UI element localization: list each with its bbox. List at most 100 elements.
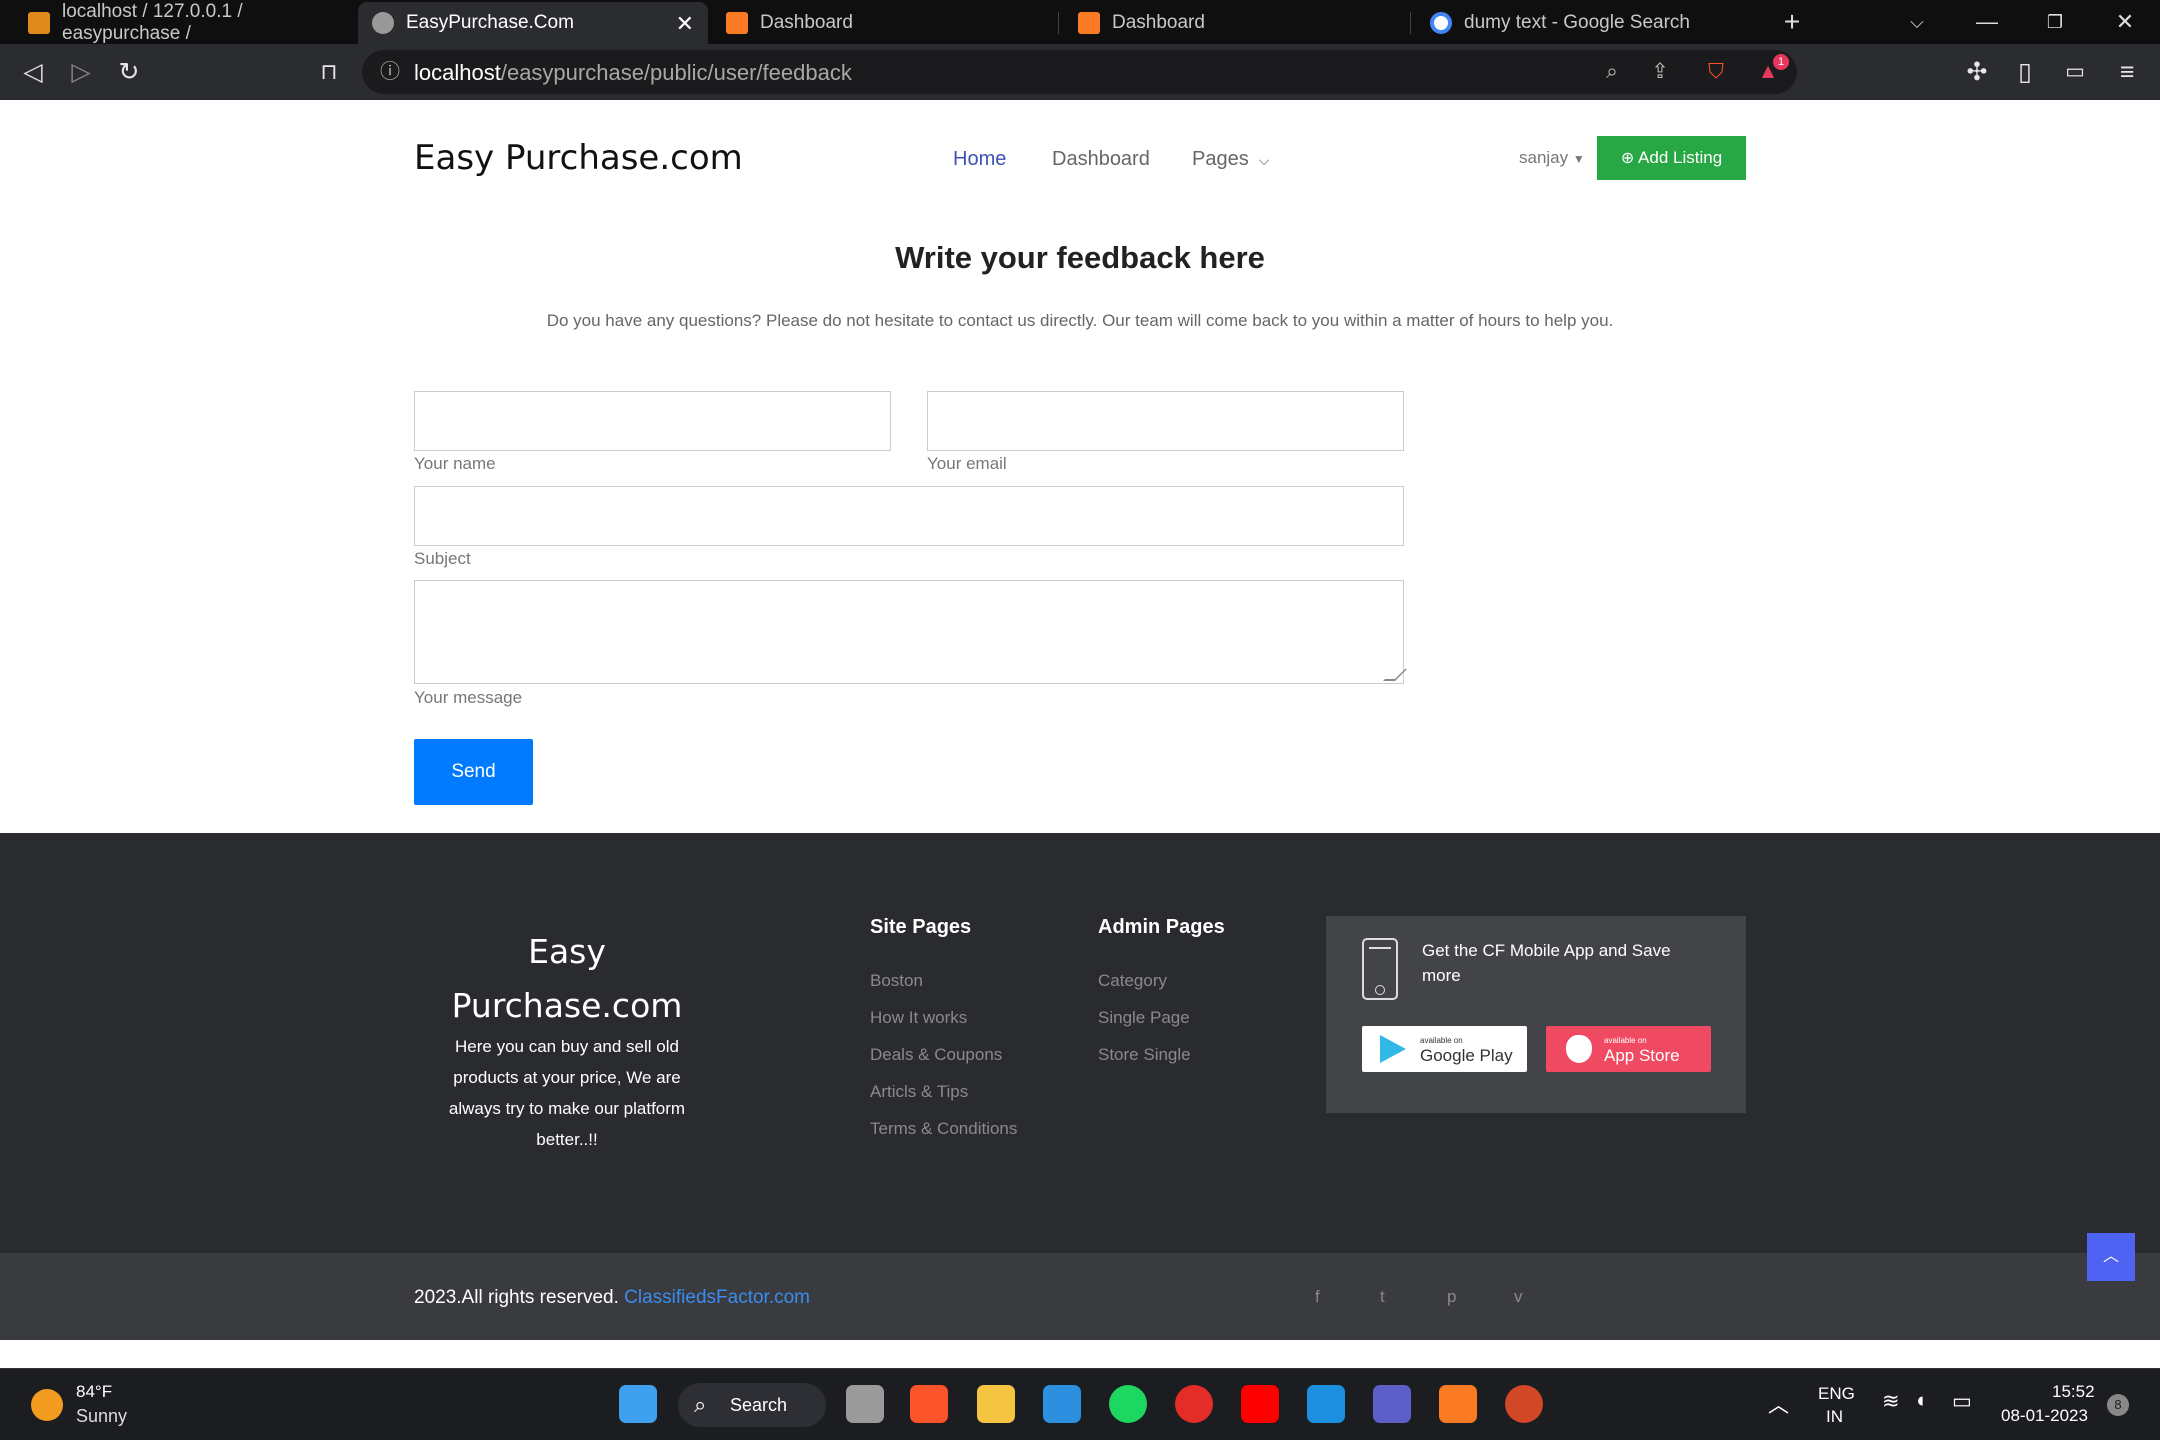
language-code[interactable]: ENG xyxy=(1818,1384,1855,1404)
clock-time[interactable]: 15:52 xyxy=(2052,1382,2095,1402)
menu-icon[interactable]: ≡ xyxy=(2110,56,2144,88)
new-tab-icon[interactable]: + xyxy=(1775,6,1809,38)
teams-icon[interactable] xyxy=(1373,1385,1411,1423)
start-icon[interactable] xyxy=(619,1385,657,1423)
tray-overflow-icon[interactable]: ︿ xyxy=(1768,1389,1789,1419)
tab-dashboard-2[interactable]: Dashboard xyxy=(1064,2,1404,44)
tab-google-search[interactable]: dumy text - Google Search xyxy=(1416,2,1756,44)
plus-circle-icon: ⊕ xyxy=(1620,150,1635,167)
extensions-icon[interactable]: ✣ xyxy=(1960,56,1994,88)
volume-icon[interactable]: ◖ xyxy=(1914,1389,1927,1413)
restore-icon[interactable]: ❐ xyxy=(2038,6,2072,38)
vimeo-icon[interactable]: v xyxy=(1514,1287,1523,1307)
nav-dashboard[interactable]: Dashboard xyxy=(1052,148,1150,171)
footer-link-single-page[interactable]: Single Page xyxy=(1098,1008,1190,1028)
youtube-icon[interactable] xyxy=(1241,1385,1279,1423)
share-icon[interactable]: ⇪ xyxy=(1646,58,1674,86)
tab-search-chevron-icon[interactable]: ⌵ xyxy=(1900,6,1934,38)
taskbar-search-label: Search xyxy=(730,1395,788,1415)
wallet-icon[interactable]: ▭ xyxy=(2058,56,2092,88)
weather-temperature[interactable]: 84°F xyxy=(76,1382,112,1402)
site-info-icon[interactable]: ⓘ xyxy=(376,58,404,86)
app-store-button[interactable]: available on App Store xyxy=(1546,1026,1711,1072)
windows-taskbar: 84°F Sunny ⌕ Search ︿ ENG IN ≋ ◖ ▭ 15:52 … xyxy=(0,1368,2160,1440)
url-path: /easypurchase/public/user/feedback xyxy=(500,60,852,85)
notification-badge[interactable]: 8 xyxy=(2107,1394,2129,1416)
weather-condition[interactable]: Sunny xyxy=(76,1406,127,1427)
apple-icon xyxy=(1566,1035,1592,1063)
message-textarea[interactable] xyxy=(414,580,1407,684)
store-app-icon[interactable] xyxy=(1307,1385,1345,1423)
subject-input[interactable] xyxy=(414,486,1404,546)
vscode-icon[interactable] xyxy=(1043,1385,1081,1423)
google-play-button[interactable]: available on Google Play xyxy=(1362,1026,1527,1072)
send-button[interactable]: Send xyxy=(414,739,533,805)
tab-label: Dashboard xyxy=(1112,12,1205,33)
youtube-music-icon[interactable] xyxy=(1175,1385,1213,1423)
copyright-link[interactable]: ClassifiedsFactor.com xyxy=(624,1287,810,1308)
name-input[interactable] xyxy=(414,391,891,451)
xampp-icon xyxy=(726,12,748,34)
tab-label: localhost / 127.0.0.1 / easypurchase / xyxy=(62,1,243,44)
powerpoint-icon[interactable] xyxy=(1505,1385,1543,1423)
bookmark-icon[interactable]: ⊓ xyxy=(312,56,346,88)
file-explorer-icon[interactable] xyxy=(977,1385,1015,1423)
add-listing-label: Add Listing xyxy=(1638,148,1723,167)
footer-description: Here you can buy and sell old products a… xyxy=(448,1037,686,1149)
xampp-taskbar-icon[interactable] xyxy=(1439,1385,1477,1423)
tab-dashboard-1[interactable]: Dashboard xyxy=(712,2,1052,44)
language-region[interactable]: IN xyxy=(1826,1407,1843,1427)
tab-phpmyadmin[interactable]: localhost / 127.0.0.1 / easypurchase / xyxy=(14,1,354,44)
browser-tab-strip: localhost / 127.0.0.1 / easypurchase / E… xyxy=(0,0,2160,44)
facebook-icon[interactable]: f xyxy=(1315,1287,1320,1307)
footer-link-deals[interactable]: Deals & Coupons xyxy=(870,1045,1002,1065)
email-input[interactable] xyxy=(927,391,1404,451)
zoom-icon[interactable]: ⌕ xyxy=(1598,58,1626,86)
twitter-icon[interactable]: t xyxy=(1380,1287,1385,1307)
footer-link-articles[interactable]: Articls & Tips xyxy=(870,1082,968,1102)
brave-shields-icon[interactable]: ⛉ xyxy=(1702,58,1730,86)
google-play-label: Google Play xyxy=(1420,1046,1513,1065)
clock-date[interactable]: 08-01-2023 xyxy=(2001,1406,2088,1426)
search-icon: ⌕ xyxy=(694,1392,707,1417)
brave-browser-icon[interactable] xyxy=(910,1385,948,1423)
footer-link-boston[interactable]: Boston xyxy=(870,971,923,991)
tab-divider xyxy=(1058,12,1059,34)
resize-handle-icon[interactable] xyxy=(1383,669,1407,681)
forward-icon[interactable]: ▷ xyxy=(64,56,98,88)
copyright-label: 2023.All rights reserved. xyxy=(414,1287,619,1308)
spotify-icon[interactable] xyxy=(1109,1385,1147,1423)
close-window-icon[interactable]: ✕ xyxy=(2108,6,2142,38)
tab-label: EasyPurchase.Com xyxy=(406,12,574,33)
footer-link-how-it-works[interactable]: How It works xyxy=(870,1008,967,1028)
pinterest-icon[interactable]: p xyxy=(1447,1287,1456,1307)
close-tab-icon[interactable]: ✕ xyxy=(676,11,694,37)
xampp-icon xyxy=(1078,12,1100,34)
add-listing-button[interactable]: ⊕ Add Listing xyxy=(1597,136,1746,180)
battery-icon[interactable]: ▭ xyxy=(1952,1389,1972,1414)
footer-link-category[interactable]: Category xyxy=(1098,971,1167,991)
app-store-label: App Store xyxy=(1604,1046,1680,1065)
user-menu[interactable]: sanjay ▼ xyxy=(1519,148,1585,168)
url-text[interactable]: localhost/easypurchase/public/user/feedb… xyxy=(414,60,852,86)
address-bar[interactable]: ⓘ localhost/easypurchase/public/user/fee… xyxy=(362,50,1797,94)
site-brand[interactable]: Easy Purchase.com xyxy=(414,138,743,178)
tab-easypurchase[interactable]: EasyPurchase.Com ✕ xyxy=(358,2,708,44)
footer-link-terms[interactable]: Terms & Conditions xyxy=(870,1119,1017,1139)
scroll-to-top-button[interactable]: ︿ xyxy=(2087,1233,2135,1281)
taskbar-search[interactable]: ⌕ Search xyxy=(678,1383,826,1427)
sidebar-icon[interactable]: ▯ xyxy=(2008,56,2042,88)
minimize-icon[interactable]: — xyxy=(1970,6,2004,38)
wifi-icon[interactable]: ≋ xyxy=(1882,1389,1900,1414)
back-icon[interactable]: ◁ xyxy=(16,56,50,88)
footer-link-store-single[interactable]: Store Single xyxy=(1098,1045,1191,1065)
browser-toolbar: ◁ ▷ ↻ ⊓ ⓘ localhost/easypurchase/public/… xyxy=(0,44,2160,100)
weather-sun-icon[interactable] xyxy=(31,1389,63,1421)
google-play-small: available on xyxy=(1420,1036,1463,1045)
nav-pages[interactable]: Pages ⌵ xyxy=(1192,148,1269,171)
admin-pages-heading: Admin Pages xyxy=(1098,916,1225,938)
nav-home[interactable]: Home xyxy=(953,148,1006,171)
reload-icon[interactable]: ↻ xyxy=(112,56,146,88)
nav-pages-label: Pages xyxy=(1192,148,1249,170)
task-view-icon[interactable] xyxy=(846,1385,884,1423)
